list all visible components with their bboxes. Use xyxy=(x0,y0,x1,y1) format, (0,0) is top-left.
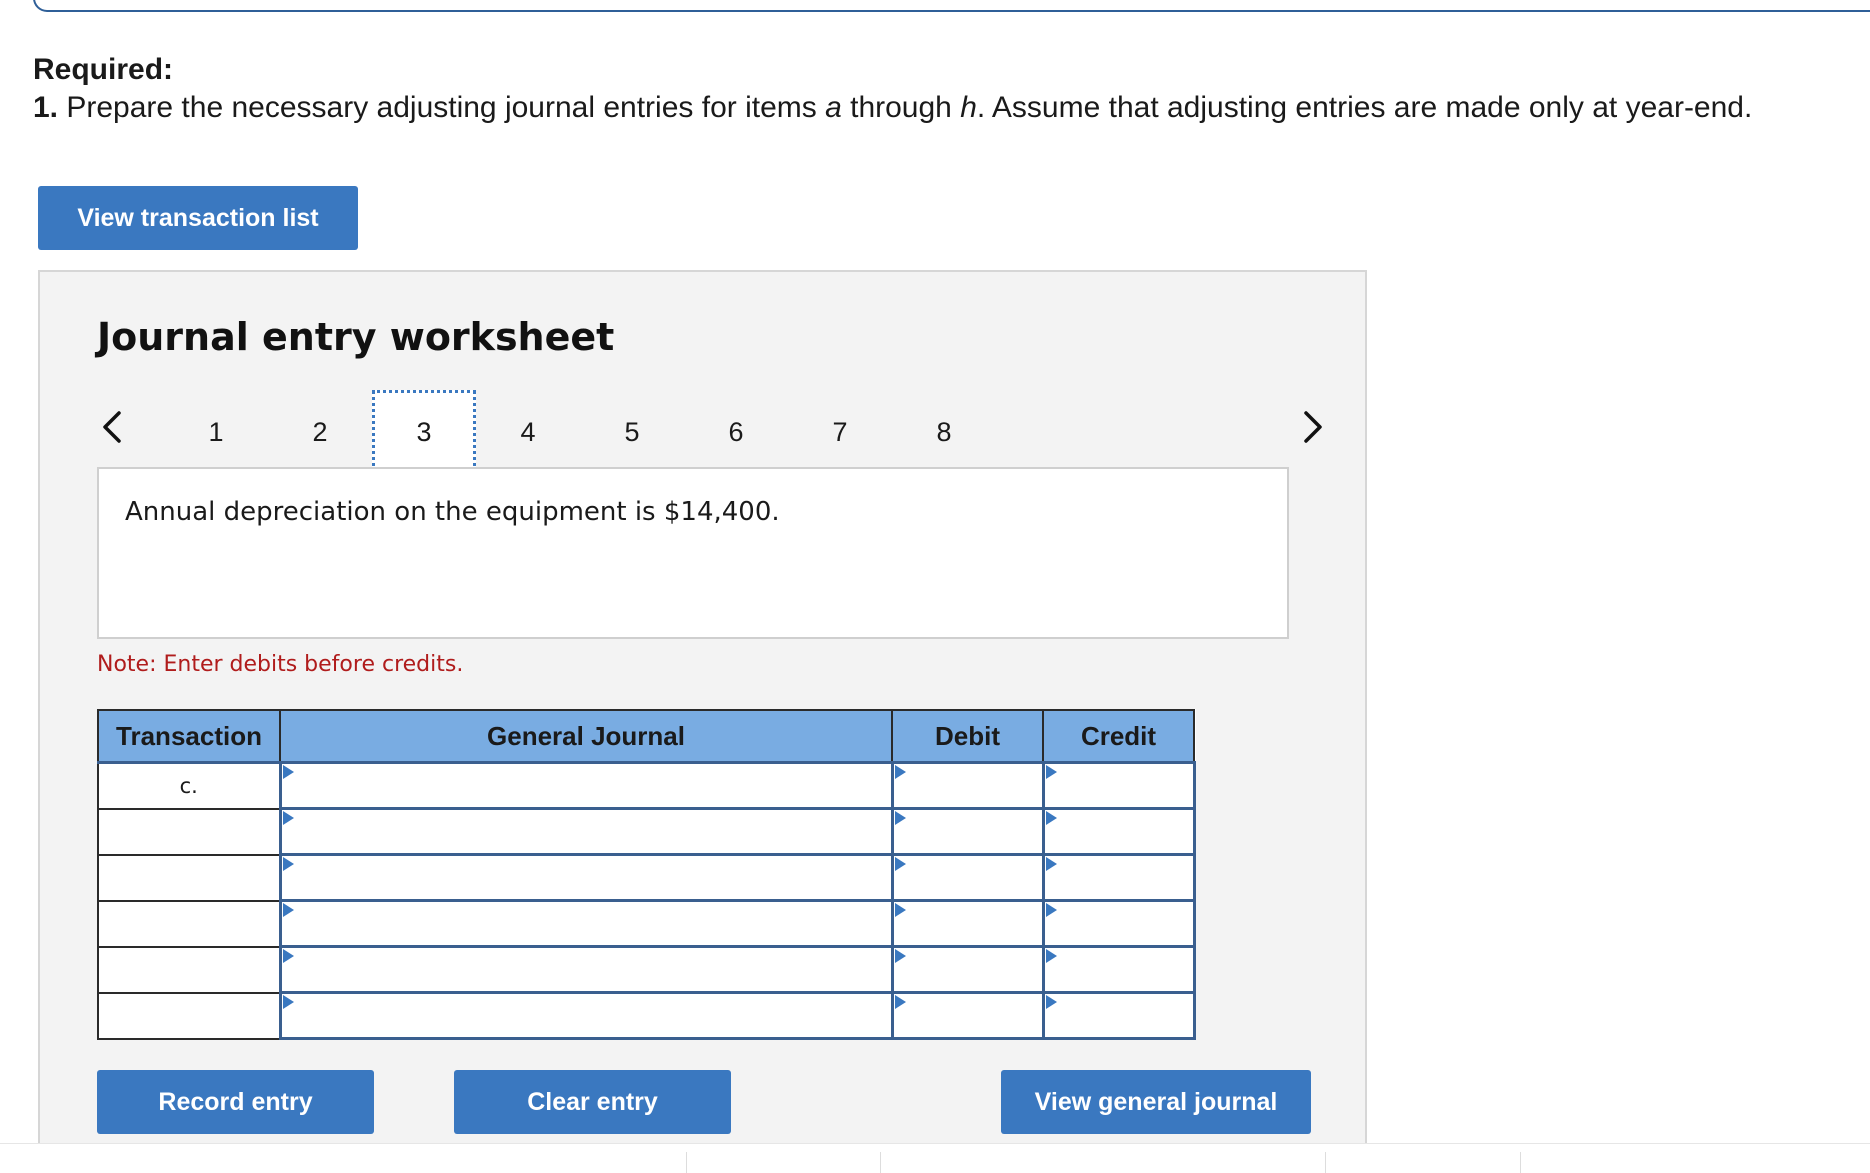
clear-entry-button[interactable]: Clear entry xyxy=(454,1070,731,1134)
instruction-part-3: . Assume that adjusting entries are made… xyxy=(976,91,1753,124)
account-input[interactable] xyxy=(281,948,891,991)
account-input[interactable] xyxy=(281,810,891,853)
instruction-item-h: h xyxy=(960,91,977,124)
credit-cell[interactable] xyxy=(1041,945,1196,994)
debit-input[interactable] xyxy=(893,994,1042,1037)
transaction-cell: c. xyxy=(97,761,281,810)
account-cell[interactable] xyxy=(278,899,894,948)
credit-input[interactable] xyxy=(1044,948,1193,991)
page-7-tab[interactable]: 7 xyxy=(788,390,892,474)
credit-input[interactable] xyxy=(1044,810,1193,853)
worksheet-pager: 1 2 3 4 5 6 7 8 xyxy=(40,382,1365,474)
account-input[interactable] xyxy=(281,994,891,1037)
debit-input[interactable] xyxy=(893,764,1042,807)
credit-input[interactable] xyxy=(1044,764,1193,807)
instruction-number: 1. xyxy=(33,91,59,124)
chevron-left-icon[interactable] xyxy=(92,402,132,452)
debit-cell[interactable] xyxy=(890,807,1045,856)
credit-cell[interactable] xyxy=(1041,991,1196,1040)
required-section: Required: 1. Prepare the necessary adjus… xyxy=(33,52,1853,128)
transaction-description-box: Annual depreciation on the equipment is … xyxy=(97,467,1289,639)
credit-input[interactable] xyxy=(1044,856,1193,899)
credit-cell[interactable] xyxy=(1041,761,1196,810)
transaction-cell xyxy=(97,899,281,948)
general-journal-table: Transaction General Journal Debit Credit… xyxy=(97,709,1196,1040)
credit-cell[interactable] xyxy=(1041,899,1196,948)
table-row xyxy=(97,991,1196,1040)
account-input[interactable] xyxy=(281,902,891,945)
instruction-part-2: through xyxy=(841,91,961,124)
toolbar-divider xyxy=(1520,1152,1521,1173)
debit-cell[interactable] xyxy=(890,761,1045,810)
account-cell[interactable] xyxy=(278,807,894,856)
credit-input[interactable] xyxy=(1044,994,1193,1037)
toolbar-divider xyxy=(1325,1152,1326,1173)
table-row: c. xyxy=(97,761,1196,810)
transaction-description: Annual depreciation on the equipment is … xyxy=(125,497,780,527)
toolbar-divider xyxy=(880,1152,881,1173)
transaction-cell xyxy=(97,945,281,994)
debit-input[interactable] xyxy=(893,810,1042,853)
page-2-tab[interactable]: 2 xyxy=(268,390,372,474)
table-row xyxy=(97,853,1196,902)
table-row xyxy=(97,807,1196,856)
instruction-part-1: Prepare the necessary adjusting journal … xyxy=(58,91,826,124)
chevron-right-icon[interactable] xyxy=(1293,402,1333,452)
debit-input[interactable] xyxy=(893,948,1042,991)
worksheet-title: Journal entry worksheet xyxy=(97,315,615,359)
debit-cell[interactable] xyxy=(890,991,1045,1040)
record-entry-button[interactable]: Record entry xyxy=(97,1070,374,1134)
account-input[interactable] xyxy=(281,764,891,807)
instruction-text: 1. Prepare the necessary adjusting journ… xyxy=(33,88,1853,128)
page-8-tab[interactable]: 8 xyxy=(892,390,996,474)
column-header-general-journal: General Journal xyxy=(279,709,893,764)
account-input[interactable] xyxy=(281,856,891,899)
table-row xyxy=(97,899,1196,948)
column-header-credit: Credit xyxy=(1042,709,1195,764)
journal-entry-worksheet-panel: Journal entry worksheet 1 2 3 4 5 6 7 8 … xyxy=(38,270,1367,1172)
credit-cell[interactable] xyxy=(1041,807,1196,856)
account-cell[interactable] xyxy=(278,945,894,994)
page-1-tab[interactable]: 1 xyxy=(164,390,268,474)
account-cell[interactable] xyxy=(278,991,894,1040)
credit-cell[interactable] xyxy=(1041,853,1196,902)
view-transaction-list-button[interactable]: View transaction list xyxy=(38,186,358,250)
required-heading: Required: xyxy=(33,53,174,86)
debit-input[interactable] xyxy=(893,856,1042,899)
table-header-row: Transaction General Journal Debit Credit xyxy=(97,709,1195,764)
toolbar-divider xyxy=(686,1152,687,1173)
debit-cell[interactable] xyxy=(890,853,1045,902)
page-3-tab-active[interactable]: 3 xyxy=(372,390,476,474)
account-cell[interactable] xyxy=(278,761,894,810)
instruction-item-a: a xyxy=(825,91,842,124)
transaction-cell xyxy=(97,853,281,902)
top-frame-border xyxy=(33,0,1870,12)
bottom-toolbar-strip xyxy=(0,1143,1870,1173)
column-header-transaction: Transaction xyxy=(97,709,281,764)
entry-note: Note: Enter debits before credits. xyxy=(97,652,464,677)
account-cell[interactable] xyxy=(278,853,894,902)
table-row xyxy=(97,945,1196,994)
page-5-tab[interactable]: 5 xyxy=(580,390,684,474)
debit-input[interactable] xyxy=(893,902,1042,945)
credit-input[interactable] xyxy=(1044,902,1193,945)
view-general-journal-button[interactable]: View general journal xyxy=(1001,1070,1311,1134)
column-header-debit: Debit xyxy=(891,709,1044,764)
debit-cell[interactable] xyxy=(890,899,1045,948)
page-6-tab[interactable]: 6 xyxy=(684,390,788,474)
debit-cell[interactable] xyxy=(890,945,1045,994)
page-4-tab[interactable]: 4 xyxy=(476,390,580,474)
transaction-cell xyxy=(97,807,281,856)
transaction-cell xyxy=(97,991,281,1040)
